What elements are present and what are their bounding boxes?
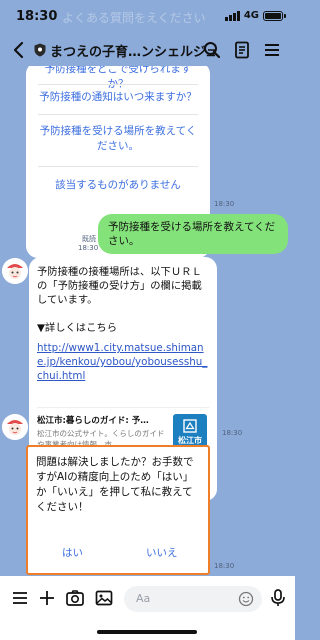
message-link[interactable]: http://www1.city.matsue.shimane.jp/kenko…	[37, 341, 212, 383]
home-indicator	[97, 630, 197, 634]
message-input[interactable]: Aa	[124, 586, 262, 612]
emoji-icon[interactable]	[238, 591, 254, 607]
status-bar: 18:30 よくある質問をえください 4G	[0, 0, 295, 34]
image-icon[interactable]	[94, 588, 114, 608]
menu-icon[interactable]	[262, 40, 282, 60]
divider	[38, 114, 198, 115]
status-time: 18:30	[16, 9, 58, 24]
quick-reply-item[interactable]: 予防接種を受ける場所を教えてください。	[38, 124, 198, 154]
camera-icon[interactable]	[65, 588, 85, 608]
quick-reply-item[interactable]: 予防接種をどこで受けられますか？	[38, 66, 198, 92]
notes-icon[interactable]	[232, 40, 252, 60]
bot-avatar[interactable]	[2, 258, 28, 284]
bot-avatar[interactable]	[2, 414, 28, 440]
microphone-icon[interactable]	[268, 588, 288, 608]
network-label: 4G	[243, 10, 259, 21]
read-receipt: 既読 18:30	[78, 235, 99, 252]
sent-message-bubble[interactable]: 予防接種を受ける場所を教えてください。	[98, 214, 288, 254]
feedback-question: 問題は解決しましたか？お手数ですがAIの精度向上のため「はい」か「いいえ」を押し…	[36, 456, 194, 513]
message-input-placeholder: Aa	[136, 592, 151, 605]
city-emblem-icon	[183, 419, 197, 433]
quick-reply-item[interactable]: 該当するものがありません	[38, 178, 198, 193]
message-time: 18:30	[222, 429, 243, 437]
status-right: 4G	[224, 10, 286, 21]
chat-header: まつえの子育…ンシェルジュ	[0, 34, 295, 66]
chat-area[interactable]: 予防接種をどこで受けられますか？ 予防接種の通知はいつ来ますか？ 予防接種を受け…	[0, 66, 295, 576]
preview-logo: 松江市	[173, 414, 207, 448]
divider	[38, 84, 198, 85]
bot-message-text: 予防接種の接種場所は、以下ＵＲＬの「予防接種の受け方」の欄に掲載しています。 ▼…	[37, 266, 202, 334]
yes-button[interactable]: はい	[62, 545, 83, 560]
preview-title: 松江市:暮らしのガイド: 予…	[37, 416, 149, 426]
back-icon[interactable]	[10, 40, 28, 60]
signal-icon	[224, 10, 240, 21]
search-icon[interactable]	[202, 40, 222, 60]
chat-title[interactable]: まつえの子育…ンシェルジュ	[50, 41, 215, 60]
notification-ghost-text: よくある質問をえください	[62, 11, 206, 25]
message-time: 18:30	[214, 562, 235, 570]
feedback-card: 問題は解決しましたか？お手数ですがAIの精度向上のため「はい」か「いいえ」を押し…	[26, 445, 210, 575]
battery-icon	[263, 10, 286, 21]
plus-icon[interactable]	[37, 588, 57, 608]
quick-reply-item[interactable]: 予防接種の通知はいつ来ますか？	[38, 90, 198, 105]
battery-fill	[265, 12, 281, 19]
menu-lines-icon[interactable]	[10, 588, 30, 608]
message-time: 18:30	[214, 200, 235, 208]
no-button[interactable]: いいえ	[146, 545, 178, 560]
shield-icon	[34, 43, 46, 57]
divider	[38, 166, 198, 167]
